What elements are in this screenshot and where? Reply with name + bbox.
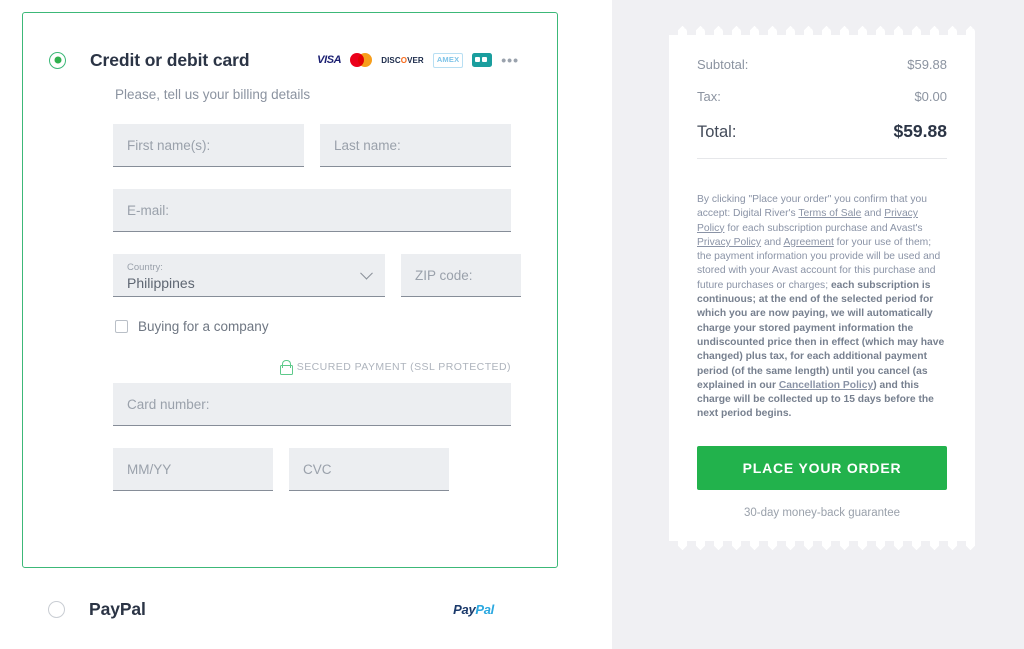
generic-card-logo <box>472 53 493 67</box>
email-placeholder: E-mail: <box>127 202 170 218</box>
legal-disclaimer: By clicking "Place your order" you confi… <box>669 175 975 422</box>
expiry-cvc-row: MM/YY CVC <box>113 448 511 491</box>
paypal-panel[interactable]: PayPal PayPal <box>22 578 558 640</box>
legal-text-4: and <box>761 236 784 248</box>
agreement-link[interactable]: Agreement <box>783 237 833 248</box>
privacy-policy-link-2[interactable]: Privacy Policy <box>697 237 761 248</box>
country-label: Country: <box>127 261 163 273</box>
terms-of-sale-link[interactable]: Terms of Sale <box>798 208 861 219</box>
card-brand-logos: VISA DISC O VER AMEX ••• <box>317 52 519 68</box>
more-brands-icon[interactable]: ••• <box>501 53 519 68</box>
paypal-logo: PayPal <box>453 601 494 617</box>
lock-icon <box>279 360 293 375</box>
tax-value: $0.00 <box>914 89 947 104</box>
card-number-input[interactable]: Card number: <box>113 383 511 426</box>
visa-logo: VISA <box>317 54 342 66</box>
last-name-input[interactable]: Last name: <box>320 124 511 167</box>
email-row: E-mail: <box>113 189 511 232</box>
money-back-guarantee: 30-day money-back guarantee <box>744 506 900 519</box>
card-number-placeholder: Card number: <box>127 396 210 412</box>
first-name-placeholder: First name(s): <box>127 137 211 153</box>
mastercard-logo <box>350 53 373 67</box>
summary-row-total: Total: $59.88 <box>697 121 947 142</box>
discover-logo: DISC O VER <box>381 55 424 65</box>
receipt-card: Subtotal: $59.88 Tax: $0.00 Total: $59.8… <box>669 26 975 550</box>
credit-card-radio[interactable] <box>49 51 66 69</box>
credit-card-header[interactable]: Credit or debit card VISA DISC O VER AMEX … <box>23 13 557 70</box>
credit-card-panel[interactable]: Credit or debit card VISA DISC O VER AMEX … <box>22 12 558 568</box>
chevron-down-icon[interactable] <box>360 266 373 280</box>
total-label: Total: <box>697 123 737 141</box>
paypal-title: PayPal <box>89 598 146 619</box>
checkout-page: Credit or debit card VISA DISC O VER AMEX … <box>0 0 1024 649</box>
billing-details-note: Please, tell us your billing details <box>115 87 311 102</box>
total-value: $59.88 <box>893 121 947 141</box>
legal-bold-1: each subscription is continuous; at the … <box>697 279 945 391</box>
expiry-placeholder: MM/YY <box>127 461 172 477</box>
credit-card-title: Credit or debit card <box>90 49 250 70</box>
paypal-radio[interactable] <box>48 600 65 618</box>
legal-text-3: for each subscription purchase and Avast… <box>724 222 923 234</box>
tax-label: Tax: <box>697 89 721 104</box>
secured-payment-text: SECURED PAYMENT (SSL PROTECTED) <box>296 360 511 373</box>
place-order-wrap: PLACE YOUR ORDER <box>669 422 975 490</box>
last-name-placeholder: Last name: <box>334 137 401 153</box>
summary-divider <box>697 158 947 159</box>
card-number-row: Card number: <box>113 383 511 426</box>
cancellation-policy-link[interactable]: Cancellation Policy <box>779 380 873 391</box>
amex-logo: AMEX <box>432 52 464 68</box>
summary-row-tax: Tax: $0.00 <box>697 89 947 104</box>
zip-code-input[interactable]: ZIP code: <box>401 254 521 297</box>
billing-form: First name(s): Last name: E-mail: Countr… <box>23 102 557 491</box>
buying-for-company-row[interactable]: Buying for a company <box>113 319 511 334</box>
receipt-bottom-edge <box>669 540 975 550</box>
country-zip-row: Country: Philippines ZIP code: <box>113 254 521 297</box>
cvc-input[interactable]: CVC <box>289 448 449 491</box>
place-order-button[interactable]: PLACE YOUR ORDER <box>697 445 947 490</box>
cvc-placeholder: CVC <box>303 461 332 477</box>
legal-text-2: and <box>861 208 885 220</box>
buying-for-company-checkbox[interactable] <box>115 320 128 333</box>
country-value: Philippines <box>127 274 195 291</box>
summary-totals: Subtotal: $59.88 Tax: $0.00 Total: $59.8… <box>669 35 975 175</box>
expiry-input[interactable]: MM/YY <box>113 448 273 491</box>
first-name-input[interactable]: First name(s): <box>113 124 304 167</box>
country-select[interactable]: Country: Philippines <box>113 254 385 297</box>
buying-for-company-label: Buying for a company <box>138 319 269 334</box>
email-input[interactable]: E-mail: <box>113 189 511 232</box>
subtotal-value: $59.88 <box>907 57 947 72</box>
name-row: First name(s): Last name: <box>113 124 511 167</box>
zip-code-placeholder: ZIP code: <box>415 267 473 283</box>
receipt-top-edge <box>669 26 975 35</box>
payment-methods-column: Credit or debit card VISA DISC O VER AMEX … <box>0 0 612 649</box>
order-summary-column: Subtotal: $59.88 Tax: $0.00 Total: $59.8… <box>612 0 1024 649</box>
secured-payment-notice: SECURED PAYMENT (SSL PROTECTED) <box>113 360 511 375</box>
summary-row-subtotal: Subtotal: $59.88 <box>697 57 947 72</box>
subtotal-label: Subtotal: <box>697 57 749 72</box>
